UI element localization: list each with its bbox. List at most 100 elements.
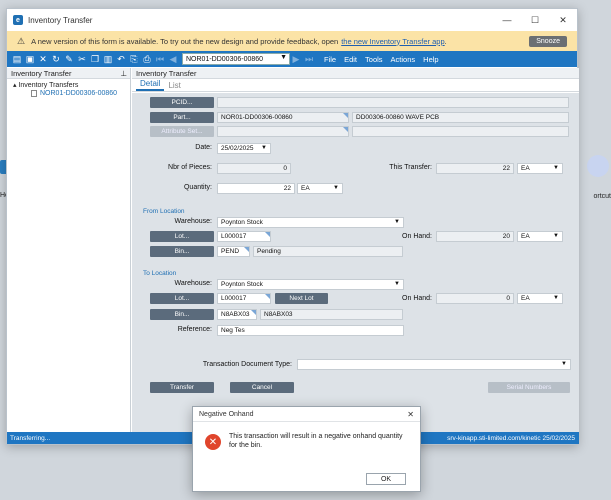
attach-icon[interactable]: ⎘ <box>128 53 140 65</box>
new-app-link[interactable]: the new Inventory Transfer app <box>341 37 444 46</box>
quantity-uom-value: EA <box>301 185 310 192</box>
desktop-right-item: ortcut <box>581 155 611 215</box>
title-bar: e Inventory Transfer — ☐ ✕ <box>7 9 577 31</box>
menu-actions[interactable]: Actions <box>391 55 416 64</box>
close-button[interactable]: ✕ <box>549 15 577 26</box>
chevron-down-icon: ▼ <box>553 233 559 239</box>
serial-numbers-button[interactable]: Serial Numbers <box>488 382 570 393</box>
ok-button[interactable]: OK <box>366 473 406 485</box>
desktop-right-label: ortcut <box>593 193 611 200</box>
last-record-icon[interactable]: ⏭ <box>303 53 315 65</box>
from-lot-value: L000017 <box>221 233 247 240</box>
tab-list[interactable]: List <box>164 81 184 91</box>
detail-form: PCID... Part... NOR01-DD00306-00860 DD00… <box>132 93 579 434</box>
to-warehouse-select[interactable]: Poynton Stock ▼ <box>217 279 404 290</box>
to-location-heading: To Location <box>143 270 177 277</box>
next-lot-button[interactable]: Next Lot <box>275 293 328 304</box>
inventory-transfer-window: e Inventory Transfer — ☐ ✕ ⚠ A new versi… <box>6 8 579 445</box>
chevron-down-icon: ▼ <box>261 145 267 151</box>
maximize-button[interactable]: ☐ <box>521 15 549 26</box>
record-selector[interactable]: NOR01-DD00306-00860 ▼ <box>182 53 290 65</box>
menu-tools[interactable]: Tools <box>365 55 383 64</box>
desktop-shortcut-icon <box>587 155 609 177</box>
from-bin-button[interactable]: Bin... <box>150 246 214 257</box>
first-record-icon[interactable]: ⏮ <box>154 53 166 65</box>
this-transfer-uom[interactable]: EA ▼ <box>517 163 563 174</box>
quantity-label: Quantity: <box>183 184 212 191</box>
negative-onhand-dialog: Negative Onhand ✕ ✕ This transaction wil… <box>192 406 421 492</box>
quantity-uom[interactable]: EA ▼ <box>297 183 343 194</box>
nbr-pieces-label: Nbr of Pieces: <box>168 164 212 171</box>
snooze-button[interactable]: Snooze <box>529 35 567 47</box>
from-lot-field[interactable]: L000017 <box>217 231 271 242</box>
from-on-hand-field: 20 <box>436 231 514 242</box>
date-value: 25/02/2025 <box>221 145 254 152</box>
prev-record-icon[interactable]: ◀ <box>167 53 179 65</box>
cancel-button[interactable]: Cancel <box>230 382 294 393</box>
from-bin-field[interactable]: PEND <box>217 246 250 257</box>
attribute-set-button[interactable]: Attribute Set... <box>150 126 214 137</box>
pcid-button[interactable]: PCID... <box>150 97 214 108</box>
refresh-icon[interactable]: ↻ <box>50 53 62 65</box>
main-pane-header: Inventory Transfer <box>132 68 579 79</box>
pcid-field[interactable] <box>217 97 569 108</box>
main-pane: Inventory Transfer Detail List PCID... P… <box>132 68 579 434</box>
nbr-pieces-field[interactable]: 0 <box>217 163 291 174</box>
dialog-close-icon[interactable]: ✕ <box>407 410 414 419</box>
to-lot-button[interactable]: Lot... <box>150 293 214 304</box>
chevron-down-icon: ▼ <box>394 281 400 287</box>
copy-icon[interactable]: ❐ <box>89 53 101 65</box>
document-icon <box>31 90 37 97</box>
part-field[interactable]: NOR01-DD00306-00860 <box>217 112 349 123</box>
from-lot-button[interactable]: Lot... <box>150 231 214 242</box>
toolbar: ▤ ▣ ✕ ↻ ✎ ✂ ❐ ▥ ↶ ⎘ ⎙ ⏮ ◀ NOR01-DD00306-… <box>7 51 577 67</box>
next-record-icon[interactable]: ▶ <box>290 53 302 65</box>
new-icon[interactable]: ▤ <box>11 53 23 65</box>
app-icon: e <box>13 15 23 25</box>
this-transfer-field: 22 <box>436 163 514 174</box>
to-lot-field[interactable]: L000017 <box>217 293 271 304</box>
transaction-doc-type-label: Transaction Document Type: <box>202 361 292 368</box>
pin-icon[interactable]: ⊥ <box>120 69 127 78</box>
tree-root-label: Inventory Transfers <box>18 82 79 89</box>
to-on-hand-label: On Hand: <box>402 295 432 302</box>
print-icon[interactable]: ⎙ <box>141 53 153 65</box>
cut-icon[interactable]: ✂ <box>76 53 88 65</box>
menu-file[interactable]: File <box>324 55 336 64</box>
main-pane-title: Inventory Transfer <box>136 68 197 78</box>
tab-detail[interactable]: Detail <box>136 79 165 91</box>
part-button[interactable]: Part... <box>150 112 214 123</box>
field-marker-icon <box>265 232 270 237</box>
to-bin-field[interactable]: N8ABX03 <box>217 309 257 320</box>
delete-icon[interactable]: ✕ <box>37 53 49 65</box>
date-picker[interactable]: 25/02/2025 ▼ <box>217 143 271 154</box>
paste-icon[interactable]: ▥ <box>102 53 114 65</box>
from-warehouse-select[interactable]: Poynton Stock ▼ <box>217 217 404 228</box>
menu-edit[interactable]: Edit <box>344 55 357 64</box>
to-on-hand-uom-value: EA <box>521 295 530 302</box>
to-bin-description: N8ABX03 <box>260 309 403 320</box>
transaction-doc-type-select[interactable]: ▼ <box>297 359 571 370</box>
field-marker-icon <box>244 247 249 252</box>
window-title: Inventory Transfer <box>28 15 93 25</box>
field-marker-icon <box>343 127 348 132</box>
chevron-down-icon: ▼ <box>553 165 559 171</box>
transfer-button[interactable]: Transfer <box>150 382 214 393</box>
save-icon[interactable]: ▣ <box>24 53 36 65</box>
to-bin-button[interactable]: Bin... <box>150 309 214 320</box>
tree-pane: Inventory Transfer ⊥ ▴ Inventory Transfe… <box>7 68 131 434</box>
menu-help[interactable]: Help <box>423 55 438 64</box>
to-on-hand-uom[interactable]: EA ▼ <box>517 293 563 304</box>
banner-link-suffix: . <box>444 36 447 46</box>
tree-item-transfer[interactable]: NOR01-DD00306-00860 <box>7 89 130 97</box>
undo-icon[interactable]: ↶ <box>115 53 127 65</box>
attribute-set-field[interactable] <box>217 126 349 137</box>
from-on-hand-uom[interactable]: EA ▼ <box>517 231 563 242</box>
clear-icon[interactable]: ✎ <box>63 53 75 65</box>
reference-field[interactable]: Neg Tes <box>217 325 404 336</box>
minimize-button[interactable]: — <box>493 15 521 25</box>
quantity-field[interactable]: 22 <box>217 183 295 194</box>
from-warehouse-label: Warehouse: <box>174 218 212 225</box>
tab-strip: Detail List <box>132 79 579 92</box>
tree-root[interactable]: ▴ Inventory Transfers <box>7 79 130 89</box>
